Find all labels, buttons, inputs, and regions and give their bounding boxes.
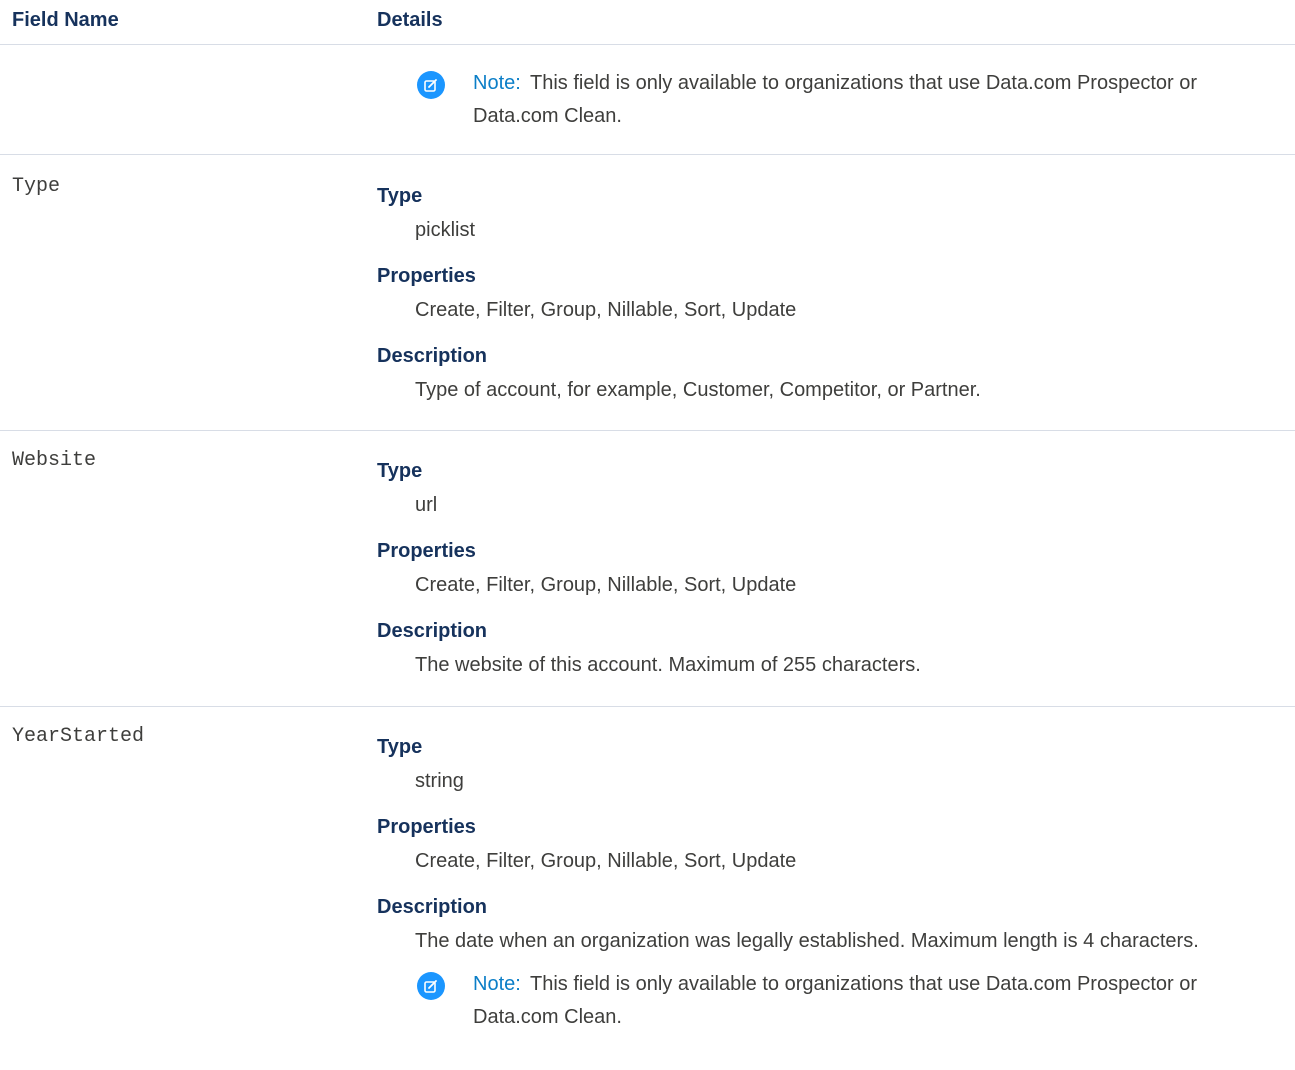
properties-value: Create, Filter, Group, Nillable, Sort, U… [415,574,797,596]
type-term: Type [377,185,423,207]
table-row: Type Type picklist Properties Create, Fi… [0,155,1295,431]
table-row: YearStarted Type string Properties Creat… [0,707,1295,1070]
description-value: The website of this account. Maximum of … [415,654,921,676]
note-callout: Note: This field is only available to or… [377,968,1271,1034]
note-label: Note: [473,973,521,995]
description-term: Description [377,896,488,918]
details-cell: Type string Properties Create, Filter, G… [377,734,1271,1034]
field-name-type: Type [12,175,61,198]
table-row: Note: This field is only available to or… [0,45,1295,155]
description-value: Type of account, for example, Customer, … [415,379,981,401]
description-term: Description [377,345,488,367]
edit-note-icon [417,972,445,1000]
field-table: Field Name Details Note: This field is o… [0,0,1295,1028]
details-cell: Note: This field is only available to or… [377,67,1271,133]
note-callout: Note: This field is only available to or… [377,67,1271,133]
type-term: Type [377,460,423,482]
properties-value: Create, Filter, Group, Nillable, Sort, U… [415,850,797,872]
type-value: string [415,770,464,792]
type-term: Type [377,736,423,758]
field-name-header: Field Name [12,9,119,31]
field-name-yearstarted: YearStarted [12,725,145,748]
note-text: This field is only available to organiza… [473,72,1198,127]
field-name-website: Website [12,449,97,472]
table-header: Field Name Details [0,0,1295,45]
type-value: url [415,494,438,516]
description-term: Description [377,620,488,642]
properties-value: Create, Filter, Group, Nillable, Sort, U… [415,299,797,321]
table-row: Website Type url Properties Create, Filt… [0,431,1295,707]
description-value: The date when an organization was legall… [415,930,1199,952]
properties-term: Properties [377,265,476,287]
properties-term: Properties [377,540,476,562]
note-label: Note: [473,72,521,94]
properties-term: Properties [377,816,476,838]
details-header: Details [377,9,443,31]
details-cell: Type picklist Properties Create, Filter,… [377,183,1271,423]
type-value: picklist [415,219,476,241]
details-cell: Type url Properties Create, Filter, Grou… [377,458,1271,698]
note-text: This field is only available to organiza… [473,973,1198,1028]
edit-note-icon [417,71,445,99]
